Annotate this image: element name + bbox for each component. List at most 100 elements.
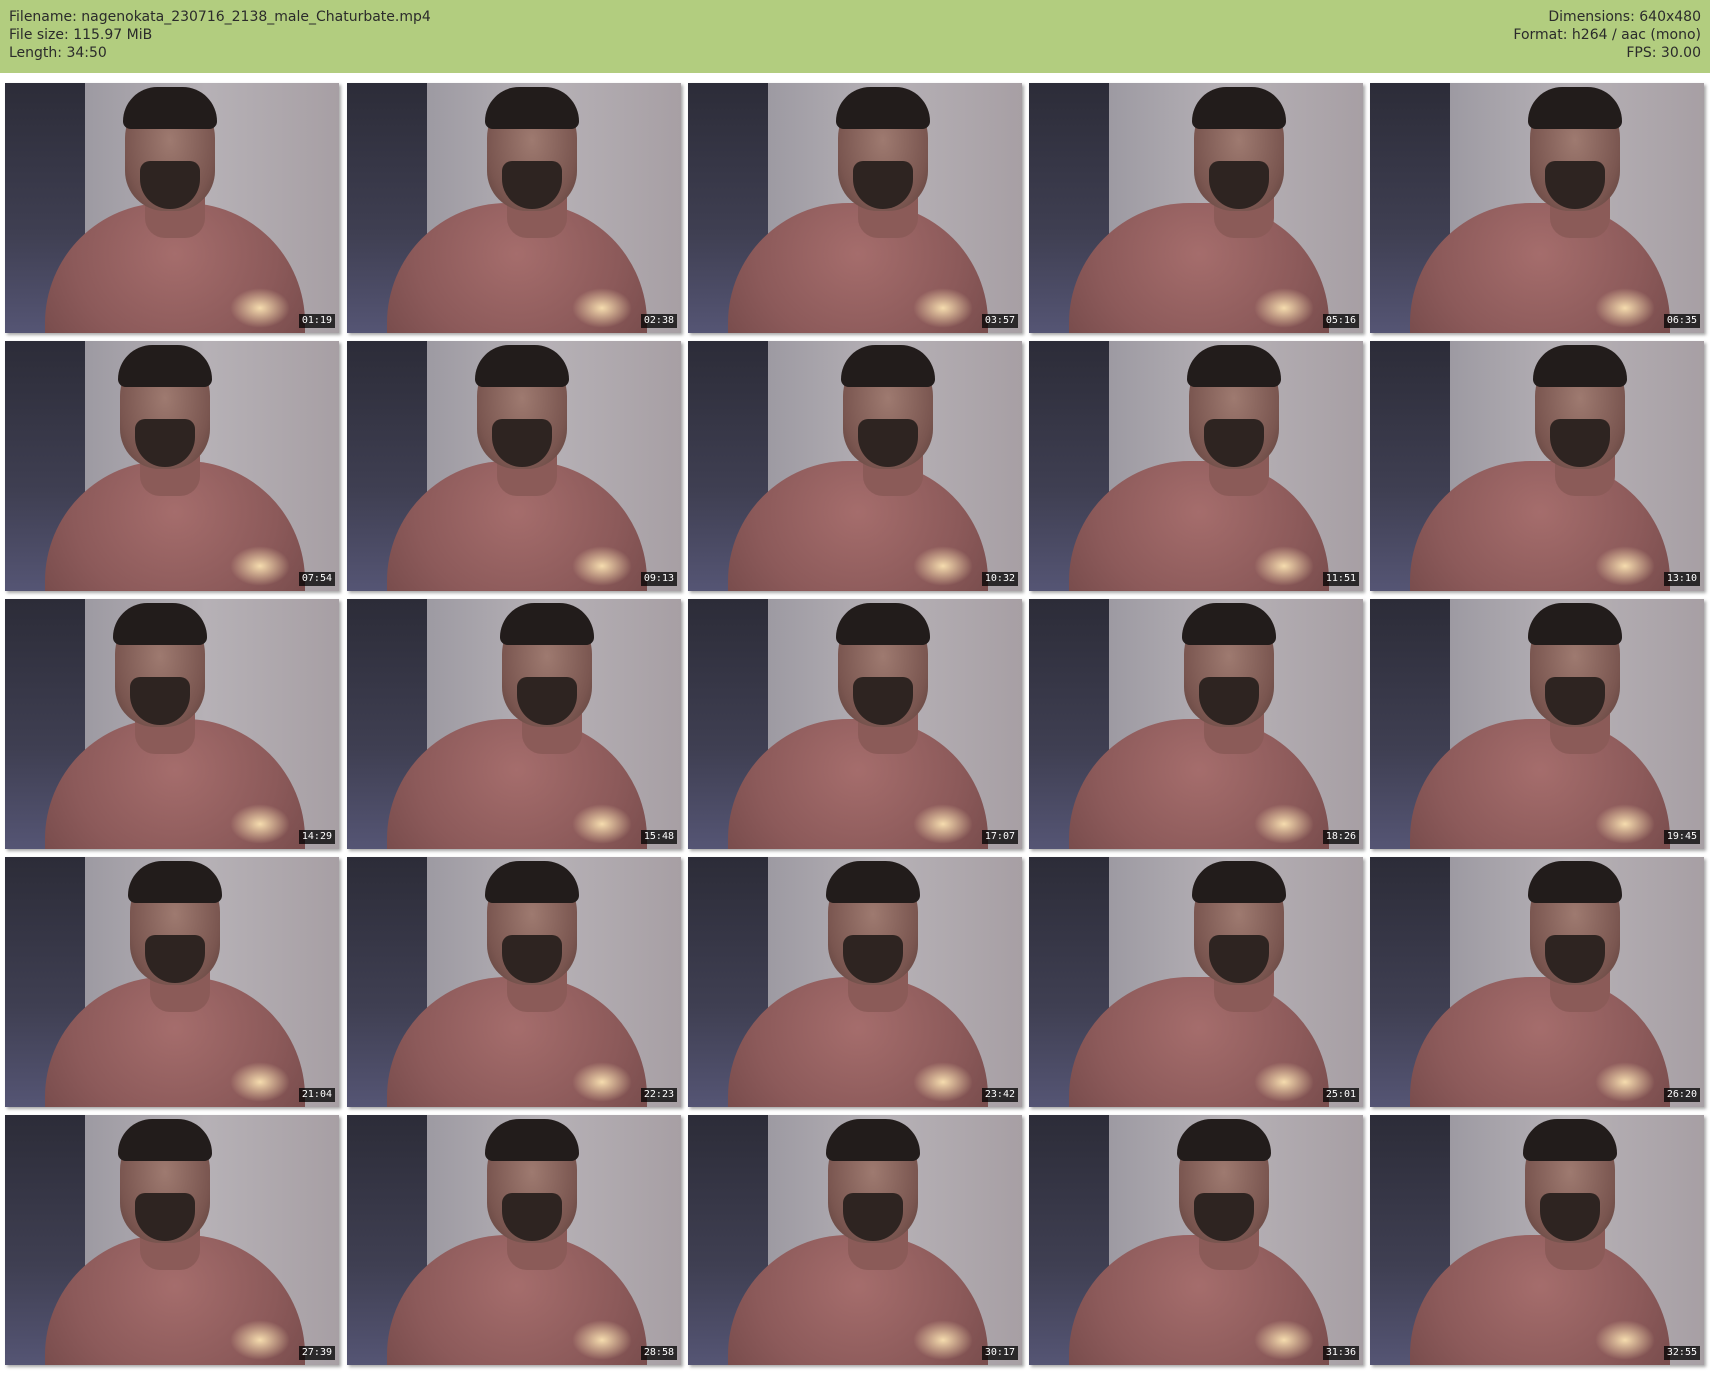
frame-timestamp: 28:58 — [640, 1346, 677, 1360]
frame-subject-hair — [826, 1119, 920, 1161]
video-frame-thumbnail: 07:54 — [5, 341, 339, 591]
video-frame-thumbnail: 09:13 — [347, 341, 681, 591]
video-frame-thumbnail: 28:58 — [347, 1115, 681, 1365]
light-glow — [572, 804, 632, 844]
light-glow — [230, 1062, 290, 1102]
video-frame-thumbnail: 21:04 — [5, 857, 339, 1107]
frame-subject-hair — [118, 345, 212, 387]
video-frame-thumbnail: 10:32 — [688, 341, 1022, 591]
video-frame-thumbnail: 03:57 — [688, 83, 1022, 333]
video-frame-thumbnail: 02:38 — [347, 83, 681, 333]
video-frame-thumbnail: 18:26 — [1029, 599, 1363, 849]
video-frame-thumbnail: 31:36 — [1029, 1115, 1363, 1365]
light-glow — [1254, 288, 1314, 328]
frame-timestamp: 30:17 — [981, 1346, 1018, 1360]
light-glow — [572, 546, 632, 586]
frame-timestamp: 19:45 — [1663, 830, 1700, 844]
light-glow — [1595, 546, 1655, 586]
light-glow — [1595, 804, 1655, 844]
frame-timestamp: 10:32 — [981, 572, 1018, 586]
light-glow — [913, 1062, 973, 1102]
light-glow — [913, 804, 973, 844]
frame-timestamp: 21:04 — [298, 1088, 335, 1102]
video-frame-thumbnail: 13:10 — [1370, 341, 1704, 591]
video-frame-thumbnail: 06:35 — [1370, 83, 1704, 333]
frame-timestamp: 11:51 — [1322, 572, 1359, 586]
frame-subject-hair — [113, 603, 207, 645]
frame-subject-hair — [500, 603, 594, 645]
light-glow — [230, 288, 290, 328]
light-glow — [1254, 546, 1314, 586]
light-glow — [230, 1320, 290, 1360]
light-glow — [1595, 1062, 1655, 1102]
light-glow — [913, 288, 973, 328]
frame-timestamp: 22:23 — [640, 1088, 677, 1102]
frame-subject-hair — [1528, 861, 1622, 903]
video-frame-thumbnail: 19:45 — [1370, 599, 1704, 849]
frame-subject-hair — [1528, 87, 1622, 129]
frame-timestamp: 02:38 — [640, 314, 677, 328]
frame-timestamp: 03:57 — [981, 314, 1018, 328]
video-frame-thumbnail: 26:20 — [1370, 857, 1704, 1107]
frame-timestamp: 18:26 — [1322, 830, 1359, 844]
frame-subject-hair — [1533, 345, 1627, 387]
video-frame-thumbnail: 11:51 — [1029, 341, 1363, 591]
frame-subject-hair — [118, 1119, 212, 1161]
video-frame-thumbnail: 25:01 — [1029, 857, 1363, 1107]
frame-subject-hair — [1177, 1119, 1271, 1161]
frame-subject-hair — [128, 861, 222, 903]
frame-timestamp: 27:39 — [298, 1346, 335, 1360]
thumbnail-grid: 01:19 02:38 03:57 05:16 06:35 07:54 09:13 10:32… — [0, 0, 1710, 1373]
frame-subject-hair — [841, 345, 935, 387]
frame-subject-hair — [485, 861, 579, 903]
frame-timestamp: 23:42 — [981, 1088, 1018, 1102]
light-glow — [1595, 288, 1655, 328]
light-glow — [230, 546, 290, 586]
light-glow — [572, 1320, 632, 1360]
frame-timestamp: 25:01 — [1322, 1088, 1359, 1102]
light-glow — [913, 1320, 973, 1360]
frame-subject-hair — [475, 345, 569, 387]
frame-timestamp: 17:07 — [981, 830, 1018, 844]
frame-timestamp: 09:13 — [640, 572, 677, 586]
frame-subject-hair — [1192, 861, 1286, 903]
light-glow — [1254, 804, 1314, 844]
frame-subject-hair — [1528, 603, 1622, 645]
video-frame-thumbnail: 01:19 — [5, 83, 339, 333]
light-glow — [230, 804, 290, 844]
frame-subject-hair — [485, 87, 579, 129]
frame-subject-hair — [123, 87, 217, 129]
video-frame-thumbnail: 27:39 — [5, 1115, 339, 1365]
frame-timestamp: 13:10 — [1663, 572, 1700, 586]
video-frame-thumbnail: 23:42 — [688, 857, 1022, 1107]
frame-timestamp: 05:16 — [1322, 314, 1359, 328]
video-frame-thumbnail: 30:17 — [688, 1115, 1022, 1365]
frame-subject-hair — [1187, 345, 1281, 387]
frame-timestamp: 01:19 — [298, 314, 335, 328]
video-frame-thumbnail: 17:07 — [688, 599, 1022, 849]
frame-subject-hair — [836, 87, 930, 129]
light-glow — [1254, 1320, 1314, 1360]
video-frame-thumbnail: 22:23 — [347, 857, 681, 1107]
frame-timestamp: 26:20 — [1663, 1088, 1700, 1102]
light-glow — [913, 546, 973, 586]
frame-timestamp: 31:36 — [1322, 1346, 1359, 1360]
frame-timestamp: 32:55 — [1663, 1346, 1700, 1360]
video-frame-thumbnail: 32:55 — [1370, 1115, 1704, 1365]
frame-timestamp: 06:35 — [1663, 314, 1700, 328]
frame-subject-hair — [485, 1119, 579, 1161]
frame-subject-hair — [1192, 87, 1286, 129]
light-glow — [1254, 1062, 1314, 1102]
frame-subject-hair — [1523, 1119, 1617, 1161]
frame-subject-hair — [826, 861, 920, 903]
frame-subject-hair — [1182, 603, 1276, 645]
frame-timestamp: 14:29 — [298, 830, 335, 844]
frame-subject-hair — [836, 603, 930, 645]
frame-timestamp: 15:48 — [640, 830, 677, 844]
light-glow — [572, 288, 632, 328]
light-glow — [572, 1062, 632, 1102]
video-frame-thumbnail: 15:48 — [347, 599, 681, 849]
frame-timestamp: 07:54 — [298, 572, 335, 586]
light-glow — [1595, 1320, 1655, 1360]
video-frame-thumbnail: 05:16 — [1029, 83, 1363, 333]
